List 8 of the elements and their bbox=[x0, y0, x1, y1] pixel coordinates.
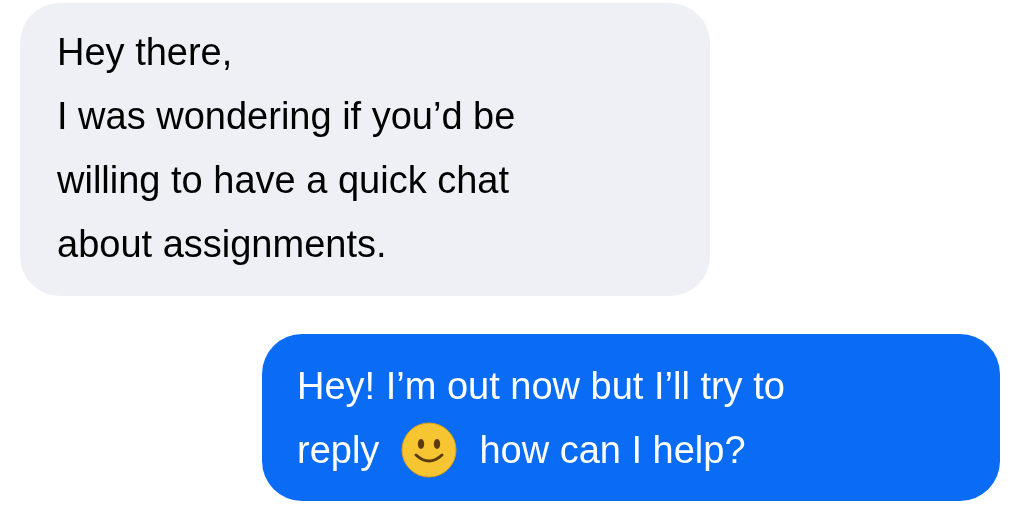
message-text: Hey there, bbox=[57, 30, 233, 75]
message-text: about assignments. bbox=[57, 222, 387, 267]
smiley-icon bbox=[401, 422, 458, 478]
message-text: willing to have a quick chat bbox=[57, 158, 510, 203]
message-text: reply bbox=[297, 428, 380, 473]
message-text: how can I help? bbox=[479, 428, 746, 473]
message-text: Hey! I’m out now but I’ll try to bbox=[297, 364, 785, 409]
message-text: I was wondering if you’d be bbox=[57, 94, 516, 139]
